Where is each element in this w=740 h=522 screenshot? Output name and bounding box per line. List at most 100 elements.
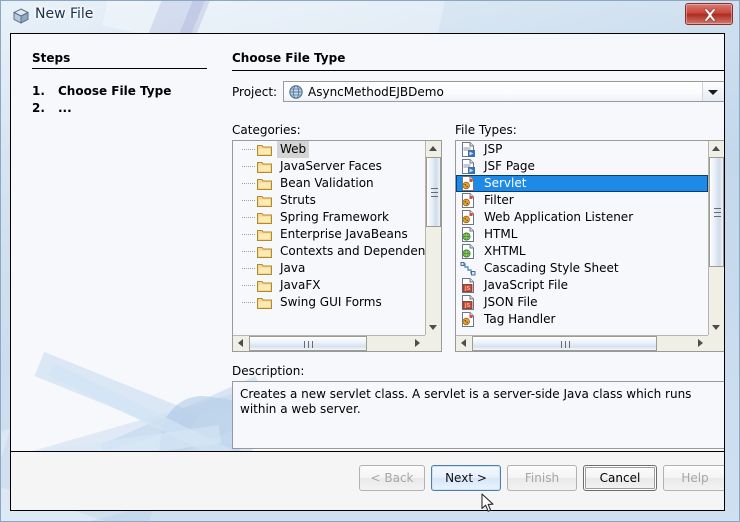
step-label: Choose File Type [58,84,171,98]
file-type-label: Filter [484,192,514,209]
wizard-pane: Choose File Type Project: AsyncMethodEJB… [221,34,724,510]
folder-icon [257,245,272,258]
finish-button[interactable]: Finish [507,465,577,491]
cancel-button[interactable]: Cancel [583,465,657,491]
project-combobox[interactable]: AsyncMethodEJBDemo [283,81,725,102]
scroll-up-arrow[interactable] [426,141,441,156]
tree-connector [242,149,255,150]
back-button[interactable]: < Back [359,465,425,491]
file-types-list[interactable]: JSPJSF PageServletFilterWeb Application … [455,140,725,352]
scroll-left-arrow[interactable] [233,336,248,351]
file-type-label: JavaScript File [484,277,568,294]
jsp-file-icon [460,142,476,157]
tree-connector [242,200,255,201]
scrollbar-corner [425,335,441,351]
step-number: 1. [32,84,58,98]
file-types-list-viewport: JSPJSF PageServletFilterWeb Application … [456,141,708,335]
scroll-thumb[interactable] [709,157,724,267]
title-bar[interactable]: New File [1,1,740,31]
servlet-file-icon [460,210,476,225]
category-label: Swing GUI Forms [280,294,382,311]
folder-icon [257,160,272,173]
category-label: Contexts and Dependenc [280,243,425,260]
file-type-list-item[interactable]: JSF Page [456,158,708,175]
category-list-item[interactable]: Web [233,141,425,158]
button-bar: < Back Next > Finish Cancel Help [11,451,724,510]
categories-vertical-scrollbar[interactable] [425,141,441,335]
globe-icon [288,84,304,100]
category-list-item[interactable]: Contexts and Dependenc [233,243,425,260]
jsf-file-icon [460,159,476,174]
step-number: 2. [32,101,58,115]
category-list-item[interactable]: Java [233,260,425,277]
file-type-label: JSF Page [484,158,535,175]
scroll-thumb[interactable] [472,336,657,351]
categories-list[interactable]: WebJavaServer FacesBean ValidationStruts… [232,140,442,352]
description-label: Description: [232,364,304,378]
file-types-horizontal-scrollbar[interactable] [456,335,708,351]
file-type-list-item[interactable]: JSP [456,141,708,158]
categories-horizontal-scrollbar[interactable] [233,335,425,351]
folder-icon [257,262,272,275]
file-type-list-item[interactable]: Tag Handler [456,311,708,328]
category-label: JavaFX [280,277,320,294]
scroll-up-arrow[interactable] [709,141,724,156]
file-type-list-item[interactable]: JS JavaScript File [456,277,708,294]
chevron-down-icon[interactable] [702,82,724,101]
file-type-label: JSP [484,141,502,158]
tree-connector [242,268,255,269]
category-label: Bean Validation [280,175,374,192]
scroll-thumb[interactable] [249,336,367,351]
project-value: AsyncMethodEJBDemo [308,85,444,99]
file-type-list-item[interactable]: XHTML [456,243,708,260]
close-button[interactable] [685,3,733,25]
category-list-item[interactable]: Bean Validation [233,175,425,192]
folder-icon [257,177,272,190]
scroll-right-arrow[interactable] [693,336,708,351]
category-label: Web [277,141,309,158]
file-type-list-item[interactable]: HTML [456,226,708,243]
file-type-list-item[interactable]: Filter [456,192,708,209]
category-label: Spring Framework [280,209,389,226]
steps-divider [32,68,207,69]
step-item-1: 1.Choose File Type [32,84,171,98]
category-list-item[interactable]: JavaFX [233,277,425,294]
folder-icon [257,143,272,156]
folder-icon [257,279,272,292]
page-title-divider [232,70,725,71]
file-type-list-item[interactable]: Cascading Style Sheet [456,260,708,277]
folder-icon [257,194,272,207]
categories-label: Categories: [232,123,301,137]
tree-connector [242,183,255,184]
scroll-down-arrow[interactable] [426,320,441,335]
file-types-vertical-scrollbar[interactable] [708,141,724,335]
js-file-icon: JS [460,278,476,293]
folder-icon [257,228,272,241]
scroll-thumb[interactable] [426,157,441,227]
category-list-item[interactable]: JavaServer Faces [233,158,425,175]
file-type-list-item[interactable]: Web Application Listener [456,209,708,226]
page-title: Choose File Type [232,51,345,65]
next-button[interactable]: Next > [431,465,501,491]
scroll-right-arrow[interactable] [410,336,425,351]
servlet-file-icon [460,312,476,327]
new-file-dialog: New File Steps 1.Choose File Type 2.... [0,0,740,522]
category-list-item[interactable]: Swing GUI Forms [233,294,425,311]
tree-connector [242,166,255,167]
categories-list-viewport: WebJavaServer FacesBean ValidationStruts… [233,141,425,335]
help-button[interactable]: Help [663,465,725,491]
file-type-list-item[interactable]: Servlet [456,175,708,192]
window-title: New File [35,6,93,22]
file-type-label: Cascading Style Sheet [484,260,619,277]
category-list-item[interactable]: Spring Framework [233,209,425,226]
description-text: Creates a new servlet class. A servlet i… [232,381,725,449]
category-list-item[interactable]: Enterprise JavaBeans [233,226,425,243]
tree-connector [242,285,255,286]
html-file-icon [460,244,476,259]
scroll-left-arrow[interactable] [456,336,471,351]
file-type-label: XHTML [484,243,526,260]
scroll-down-arrow[interactable] [709,320,724,335]
file-type-list-item[interactable]: JSJSON File [456,294,708,311]
scrollbar-corner [708,335,724,351]
category-list-item[interactable]: Struts [233,192,425,209]
